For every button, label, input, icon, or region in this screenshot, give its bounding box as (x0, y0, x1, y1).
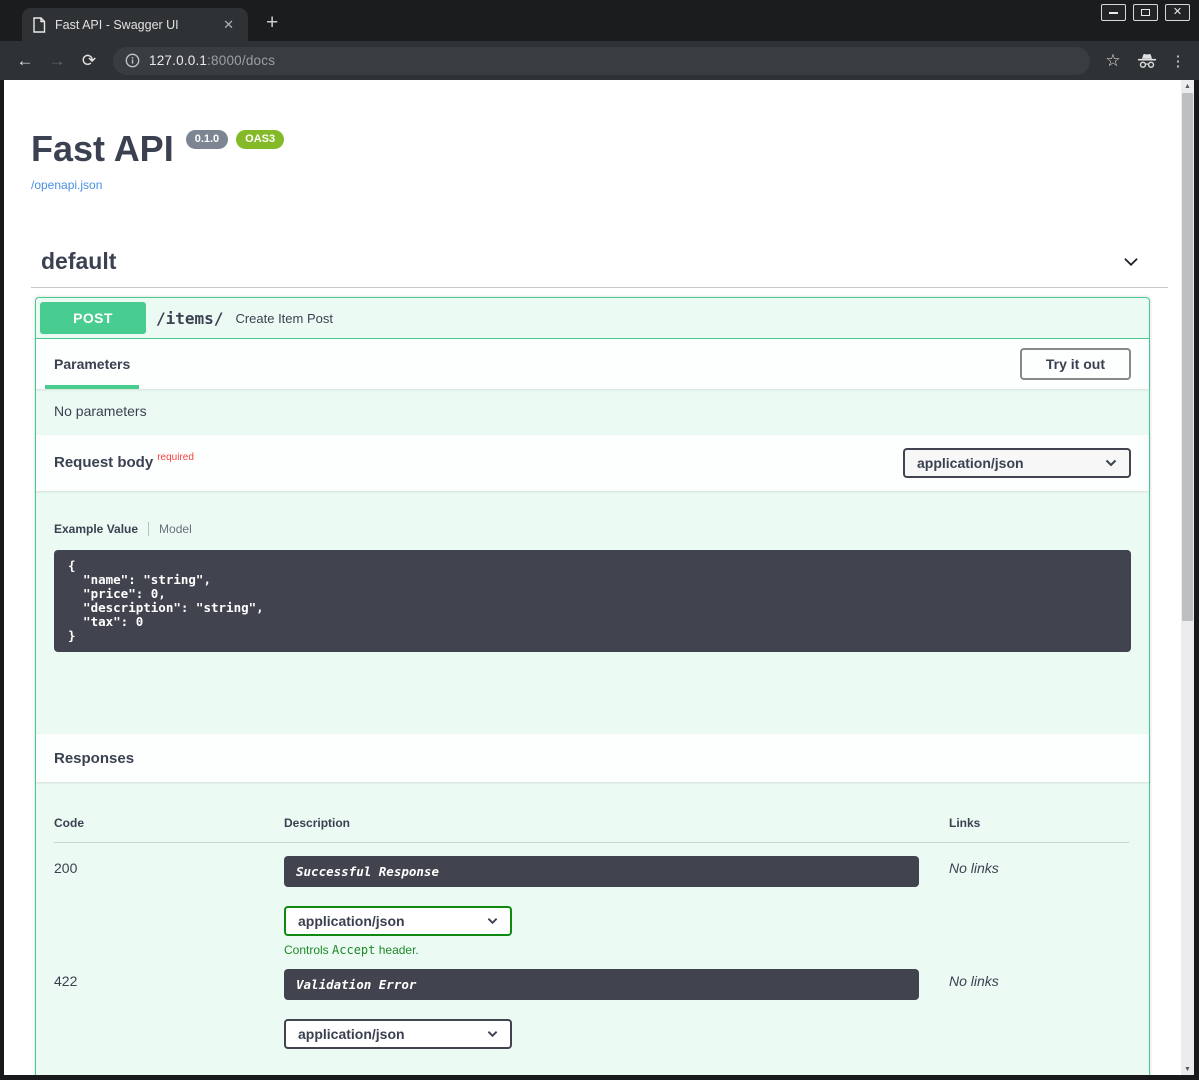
chevron-down-icon[interactable] (1120, 251, 1142, 273)
response-media-type-select[interactable]: application/json (284, 906, 512, 936)
responses-table: Code Description Links 200 Successful Re… (36, 782, 1149, 1075)
reload-button[interactable]: ⟳ (73, 52, 105, 69)
scrollbar-down-arrow[interactable]: ▼ (1181, 1063, 1194, 1075)
chevron-down-icon (487, 917, 498, 925)
swagger-page: Fast API 0.1.0 OAS3 /openapi.json defaul… (4, 80, 1181, 1075)
window-frame-bottom (0, 1075, 1199, 1080)
browser-window: Fast API - Swagger UI ✕ + ✕ ← → ⟳ 127.0.… (0, 0, 1199, 1080)
tab-model[interactable]: Model (149, 522, 192, 536)
response-media-type-select[interactable]: application/json (284, 1019, 512, 1049)
operation-summary[interactable]: POST /items/ Create Item Post (36, 298, 1149, 339)
address-bar[interactable]: 127.0.0.1:8000/docs (113, 47, 1090, 75)
version-badge: 0.1.0 (186, 130, 228, 149)
chevron-down-icon (487, 1030, 498, 1038)
tab-strip: Fast API - Swagger UI ✕ + ✕ (0, 0, 1199, 41)
incognito-icon (1128, 53, 1166, 69)
document-favicon-icon (32, 17, 46, 33)
request-body-content: Example Value Model { "name": "string", … (36, 491, 1149, 734)
openapi-spec-link[interactable]: /openapi.json (31, 178, 102, 192)
api-title: Fast API 0.1.0 OAS3 (31, 128, 1154, 169)
tag-name: default (41, 248, 116, 275)
minimize-button[interactable] (1101, 4, 1126, 21)
response-description-cell: Validation Error application/json Exampl… (284, 969, 919, 1075)
response-code: 422 (54, 969, 284, 1075)
tab-close-icon[interactable]: ✕ (219, 17, 238, 33)
close-button[interactable]: ✕ (1165, 4, 1190, 21)
browser-toolbar: ← → ⟳ 127.0.0.1:8000/docs ☆ ⋮ (0, 41, 1199, 80)
response-description-cell: Successful Response application/json Con… (284, 856, 919, 957)
browser-tab[interactable]: Fast API - Swagger UI ✕ (22, 8, 248, 41)
tab-title: Fast API - Swagger UI (55, 18, 210, 32)
accept-note-prefix: Controls (284, 943, 332, 957)
window-frame-right (1194, 80, 1199, 1075)
operation-path: /items/ (156, 309, 223, 328)
response-row-200: 200 Successful Response application/json… (54, 843, 1129, 957)
response-description: Successful Response (284, 856, 919, 887)
response-links: No links (919, 856, 1129, 957)
chevron-down-icon (1105, 459, 1117, 467)
tab-parameters[interactable]: Parameters (45, 356, 139, 389)
request-media-type-value: application/json (917, 455, 1024, 471)
try-it-out-button[interactable]: Try it out (1020, 348, 1131, 380)
http-method-badge: POST (40, 302, 146, 334)
browser-menu-icon[interactable]: ⋮ (1166, 52, 1190, 70)
site-info-icon[interactable] (125, 53, 140, 68)
post-items-opblock: POST /items/ Create Item Post Parameters… (35, 297, 1150, 1075)
api-title-text: Fast API (31, 128, 174, 169)
close-icon: ✕ (1173, 7, 1182, 18)
oas3-badge: OAS3 (236, 130, 284, 149)
responses-label: Responses (54, 750, 134, 767)
operation-description: Create Item Post (235, 311, 333, 326)
url-path: :8000/docs (207, 53, 275, 68)
api-badges: 0.1.0 OAS3 (186, 130, 284, 149)
minimize-icon (1109, 12, 1118, 14)
page-scrollbar[interactable]: ▲ ▼ (1181, 80, 1194, 1075)
maximize-icon (1141, 9, 1150, 16)
column-code: Code (54, 816, 284, 843)
response-code: 200 (54, 856, 284, 957)
request-media-type-select[interactable]: application/json (903, 448, 1131, 478)
responses-section-header: Responses (36, 734, 1149, 782)
back-button[interactable]: ← (9, 52, 41, 69)
forward-button[interactable]: → (41, 52, 73, 69)
url-host: 127.0.0.1 (149, 53, 207, 68)
response-links: No links (919, 969, 1129, 1075)
response-description: Validation Error (284, 969, 919, 1000)
no-parameters-message: No parameters (36, 389, 1149, 435)
url-text: 127.0.0.1:8000/docs (149, 53, 275, 68)
response-media-type-value: application/json (298, 913, 405, 929)
tag-section-header[interactable]: default (31, 248, 1168, 288)
response-media-type-value: application/json (298, 1026, 405, 1042)
new-tab-button[interactable]: + (266, 12, 278, 33)
accept-header-note: Controls Accept header. (284, 943, 919, 957)
example-model-tabs: Example Value Model (54, 522, 1131, 536)
scrollbar-thumb[interactable] (1182, 93, 1193, 621)
accept-note-suffix: header. (375, 943, 418, 957)
parameters-section-header: Parameters Try it out (36, 339, 1149, 389)
response-row-422: 422 Validation Error application/json (54, 957, 1129, 1075)
accept-note-code: Accept (332, 943, 375, 957)
column-description: Description (284, 816, 919, 843)
tab-example-value[interactable]: Example Value (54, 522, 149, 536)
maximize-button[interactable] (1133, 4, 1158, 21)
request-body-label-group: Request body required (54, 454, 194, 472)
scrollbar-up-arrow[interactable]: ▲ (1181, 80, 1194, 92)
column-links: Links (919, 816, 1129, 843)
required-label: required (157, 452, 194, 463)
request-example-code: { "name": "string", "price": 0, "descrip… (54, 550, 1131, 652)
responses-table-head: Code Description Links (54, 816, 1129, 843)
request-body-label: Request body (54, 454, 153, 471)
window-controls: ✕ (1101, 4, 1190, 21)
request-body-section-header: Request body required application/json (36, 435, 1149, 491)
bookmark-star-icon[interactable]: ☆ (1098, 51, 1128, 71)
